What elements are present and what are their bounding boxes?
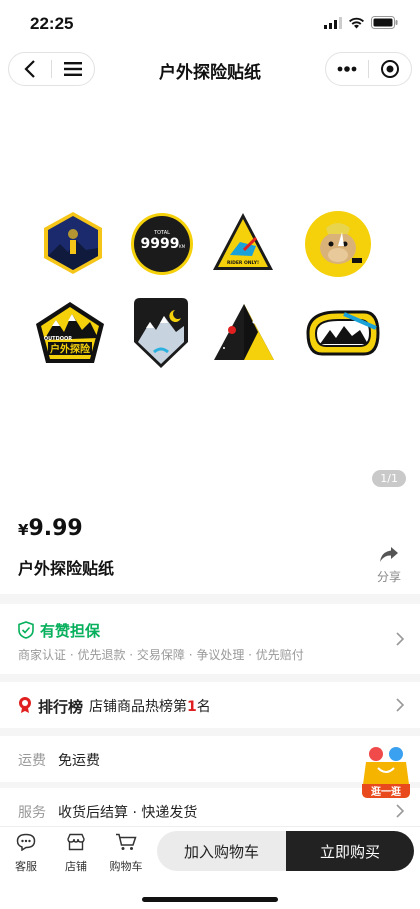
ranking-text: 店铺商品热榜第1名 [89,696,211,716]
cart-icon [116,833,137,850]
sticker-outdoor-pentagon: 户外探险 OUTDOOR [36,302,104,363]
chevron-right-icon [396,698,404,712]
ranking-text-after: 名 [196,699,211,715]
sticker-carabiner [306,310,380,356]
shop-button[interactable]: 店铺 [54,833,98,874]
sticker-night-mountain [134,298,188,368]
shipping-value: 免运费 [58,753,100,769]
sticker-9999-text: 9999 [141,236,180,252]
guarantee-section[interactable]: 有赞担保 商家认证 · 优先退款 · 交易保障 · 争议处理 · 优先赔付 [0,604,420,674]
trophy-icon [19,697,31,713]
ranking-text-before: 店铺商品热榜第 [89,699,187,715]
service-value: 收货后结算 · 快递发货 [58,805,198,821]
shop-label: 店铺 [65,860,87,873]
currency-symbol: ¥ [18,521,29,539]
sticker-outdoor-sub-text: OUTDOOR [44,336,72,342]
product-title: 户外探险贴纸 [18,559,115,578]
shield-check-icon [18,621,34,639]
sticker-mountain-hexagon [44,212,102,274]
shipping-label: 运费 [18,753,46,769]
service-label: 服务 [18,805,46,821]
sticker-rider-triangle: RIDER ONLY! [213,213,273,270]
battery-icon [371,16,398,29]
ranking-number: 1 [187,699,197,715]
share-icon [380,547,398,562]
wifi-icon [349,17,364,28]
close-miniprogram-button[interactable] [369,53,411,85]
more-dots-icon [337,66,357,72]
customer-service-label: 客服 [15,860,37,873]
chevron-right-icon [396,804,404,818]
guarantee-title: 有赞担保 [40,622,101,640]
price-card: ¥9.99 户外探险贴纸 分享 [0,500,420,594]
cart-label: 购物车 [109,860,143,873]
sticker-rider-text: RIDER ONLY! [227,260,259,266]
shop-icon [67,833,85,851]
status-time: 22:25 [30,14,74,33]
nav-bar: 户外探险贴纸 [0,48,420,90]
home-indicator [142,897,278,902]
customer-service-button[interactable]: 客服 [4,833,48,874]
ranking-label: 排行榜 [38,698,84,716]
ranking-row[interactable]: 排行榜 店铺商品热榜第1名 [0,682,420,728]
chevron-right-icon [396,632,404,646]
guarantee-subtitle: 商家认证 · 优先退款 · 交易保障 · 争议处理 · 优先赔付 [18,648,304,662]
page-indicator: 1/1 [372,470,406,487]
sticker-outdoor-text: 户外探险 [49,343,91,356]
share-button[interactable]: 分享 [374,546,404,585]
chat-bubble-icon [16,833,36,852]
mini-program-capsule [325,52,412,86]
sticker-pyramid [214,304,274,360]
sticker-rhino-circle [305,211,371,277]
price: ¥9.99 [18,516,83,541]
status-icons [324,16,398,29]
bottom-action-bar: 客服 店铺 购物车 加入购物车 立即购买 [0,826,420,909]
browse-float-button[interactable]: 逛一逛 [358,744,414,804]
shipping-row: 运费 免运费 [0,736,420,782]
price-amount: 9.99 [28,516,83,541]
more-button[interactable] [326,53,368,85]
status-bar: 22:25 [0,0,420,48]
sticker-km-text: KM [179,244,186,249]
buy-now-button[interactable]: 立即购买 [286,831,414,871]
product-image-gallery[interactable]: TOTAL 9999 KM RIDER ONLY! 户外探险 OUTDOOR 1… [0,90,420,500]
add-to-cart-button[interactable]: 加入购物车 [157,831,286,871]
cart-button[interactable]: 购物车 [104,833,148,874]
signal-icon [324,16,342,29]
browse-float-label: 逛一逛 [371,785,401,798]
target-circle-icon [381,60,399,78]
sticker-9999km: TOTAL 9999 KM [131,213,193,275]
share-label: 分享 [376,570,401,584]
